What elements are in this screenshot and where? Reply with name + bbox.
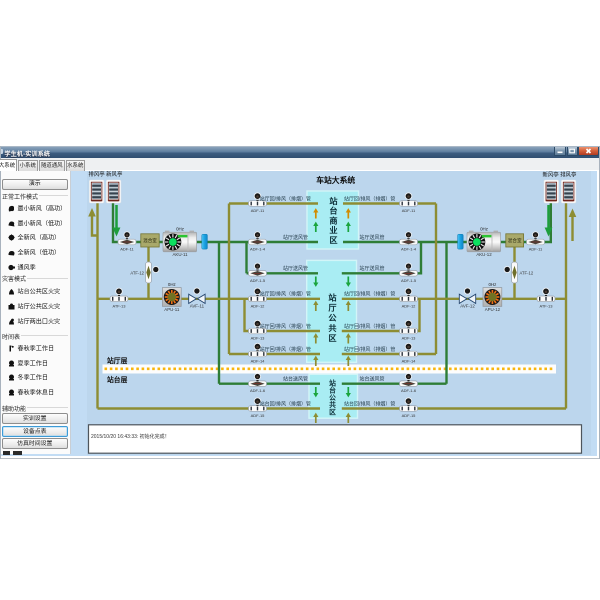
svg-text:车站大系统: 车站大系统 [316, 175, 355, 185]
svg-text:站厅层: 站厅层 [107, 356, 128, 365]
svg-text:ATF-12: ATF-12 [520, 271, 534, 276]
svg-text:ADF-15: ADF-15 [402, 413, 417, 418]
svg-text:ATF-13: ATF-13 [539, 303, 553, 308]
svg-text:站厅送风管: 站厅送风管 [283, 265, 308, 272]
svg-text:公: 公 [329, 394, 336, 402]
svg-text:站: 站 [329, 378, 336, 387]
svg-text:站厅送风管: 站厅送风管 [360, 234, 385, 241]
svg-text:站厅回/排风（排烟）管: 站厅回/排风（排烟）管 [260, 195, 311, 202]
svg-text:区: 区 [329, 409, 336, 417]
svg-text:0Hz: 0Hz [176, 226, 184, 231]
svg-text:站台回/排风（排烟）管: 站台回/排风（排烟）管 [344, 400, 395, 407]
svg-text:共: 共 [328, 323, 336, 333]
svg-text:2015/10/20 16:43:33: 初始化完成！: 2015/10/20 16:43:33: 初始化完成！ [91, 433, 170, 440]
svg-text:新风亭 排风亭: 新风亭 排风亭 [543, 171, 577, 179]
svg-text:ADF-12: ADF-12 [402, 303, 417, 308]
svg-text:站厅回/排风（排烟）管: 站厅回/排风（排烟）管 [344, 195, 395, 202]
svg-text:台: 台 [329, 206, 337, 216]
svg-text:站厅回/排风（排烟）管: 站厅回/排风（排烟）管 [260, 291, 311, 298]
svg-text:公: 公 [328, 314, 337, 323]
svg-text:AKU-12: AKU-12 [476, 252, 492, 257]
svg-text:混合室: 混合室 [508, 237, 522, 244]
svg-text:ADF-1-5: ADF-1-5 [250, 278, 266, 283]
svg-text:ADF-11: ADF-11 [251, 208, 265, 213]
svg-text:AVF-11: AVF-11 [190, 303, 205, 308]
svg-text:ATF-13: ATF-13 [112, 303, 126, 308]
svg-text:站台送风管: 站台送风管 [360, 376, 385, 383]
svg-text:站台回/排风（排烟）管: 站台回/排风（排烟）管 [260, 400, 311, 407]
svg-text:ADF-14: ADF-14 [251, 359, 266, 364]
svg-text:ADF-1-6: ADF-1-6 [401, 388, 417, 393]
svg-text:站厅送风管: 站厅送风管 [283, 234, 308, 241]
svg-text:业: 业 [329, 225, 337, 235]
svg-text:ADF-15: ADF-15 [251, 413, 266, 418]
svg-text:ADF-11: ADF-11 [402, 208, 416, 213]
svg-text:ADF-14: ADF-14 [402, 359, 417, 364]
svg-text:站厅回/排风（排烟）管: 站厅回/排风（排烟）管 [344, 346, 395, 353]
svg-text:共: 共 [329, 400, 336, 409]
svg-text:AVF-12: AVF-12 [460, 303, 475, 308]
svg-text:APU-11: APU-11 [164, 307, 180, 312]
svg-text:0Hz: 0Hz [480, 226, 488, 231]
svg-text:站: 站 [329, 196, 338, 206]
svg-text:混合室: 混合室 [143, 237, 157, 244]
svg-text:ADF-1-5: ADF-1-5 [401, 278, 417, 283]
svg-text:站厅送风管: 站厅送风管 [360, 265, 385, 272]
svg-text:ADF-11: ADF-11 [120, 247, 134, 252]
svg-text:APU-12: APU-12 [485, 307, 501, 312]
svg-text:站: 站 [328, 293, 337, 303]
svg-text:台: 台 [329, 386, 336, 395]
svg-text:站台送风管: 站台送风管 [283, 376, 308, 383]
svg-text:排风亭 新风亭: 排风亭 新风亭 [89, 170, 123, 178]
svg-text:0Hz: 0Hz [168, 282, 176, 287]
svg-text:站厅回/排风（排烟）管: 站厅回/排风（排烟）管 [344, 323, 395, 330]
svg-text:ADF-1-6: ADF-1-6 [250, 388, 266, 393]
svg-text:ADF-11: ADF-11 [529, 247, 543, 252]
svg-text:ADF-1-4: ADF-1-4 [250, 247, 266, 252]
svg-text:区: 区 [329, 236, 337, 245]
svg-text:ADF-1-4: ADF-1-4 [401, 247, 417, 252]
svg-text:ADF-13: ADF-13 [251, 336, 266, 341]
svg-text:厅: 厅 [328, 304, 336, 313]
svg-text:0Hz: 0Hz [488, 282, 496, 287]
svg-text:站厅回/排风（排烟）管: 站厅回/排风（排烟）管 [260, 323, 311, 330]
svg-text:ADF-13: ADF-13 [402, 336, 417, 341]
svg-text:AKU-11: AKU-11 [172, 252, 188, 257]
svg-text:站厅回/排风（排烟）管: 站厅回/排风（排烟）管 [260, 346, 311, 353]
svg-text:区: 区 [328, 334, 336, 343]
svg-text:站厅回/排风（排烟）管: 站厅回/排风（排烟）管 [344, 291, 395, 298]
svg-text:站台层: 站台层 [107, 375, 128, 384]
svg-text:ADF-12: ADF-12 [251, 303, 266, 308]
svg-text:商: 商 [329, 215, 337, 225]
svg-text:ATF-12: ATF-12 [130, 271, 144, 276]
